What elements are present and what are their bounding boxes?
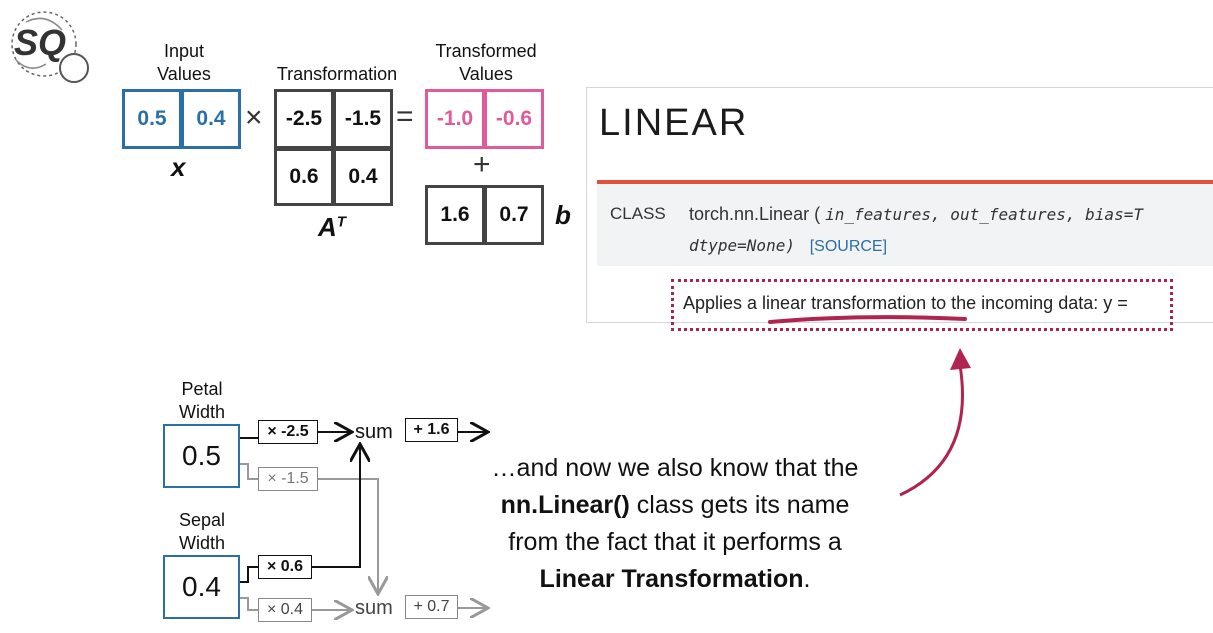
narration-line-2: nn.Linear() class gets its name	[500, 491, 850, 519]
sum-node-2: sum	[355, 597, 393, 619]
edge-petal-w2	[240, 463, 258, 480]
weight-box-4: × 0.4	[258, 598, 312, 622]
edge-sepal-w4	[240, 597, 258, 611]
weight-box-2: × -1.5	[258, 467, 318, 491]
narration-bold-linear-transformation: Linear Transformation	[539, 565, 804, 593]
narration-line-1: …and now we also know that the	[491, 454, 859, 482]
narration-bold-nnlinear: nn.Linear()	[500, 491, 630, 519]
edge-w3-sum1	[312, 446, 360, 568]
narration-line-4: Linear Transformation.	[539, 565, 811, 593]
sum-node-1: sum	[355, 421, 393, 443]
edge-w2-sum2	[318, 478, 378, 592]
edge-sepal-w3	[240, 566, 258, 583]
narration: …and now we also know that the nn.Linear…	[440, 450, 910, 598]
weight-box-1: × -2.5	[258, 420, 318, 444]
narration-line-3: from the fact that it performs a	[508, 528, 842, 556]
bias-box-1: + 1.6	[405, 418, 458, 442]
bias-box-2: + 0.7	[405, 595, 458, 619]
weight-box-3: × 0.6	[258, 555, 312, 579]
